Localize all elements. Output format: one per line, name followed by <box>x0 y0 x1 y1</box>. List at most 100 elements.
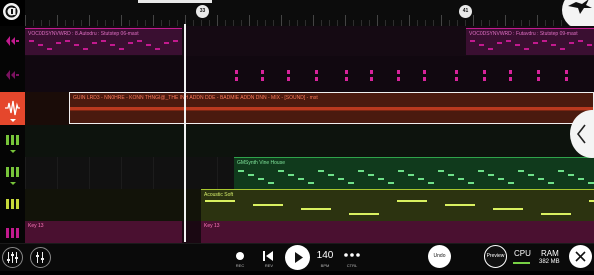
midi-note <box>438 170 444 172</box>
ctrl-label: CTRL <box>346 263 358 268</box>
clip-keys-b[interactable]: Key 13 <box>201 221 594 243</box>
tempo-value[interactable]: 140 <box>315 250 335 261</box>
play-button[interactable] <box>285 245 310 270</box>
midi-note <box>479 44 484 46</box>
ruler-marker[interactable]: 33 <box>196 5 209 18</box>
midi-note <box>308 182 314 184</box>
midi-note <box>253 204 283 206</box>
midi-note <box>524 48 529 50</box>
midi-note <box>537 70 540 74</box>
undo-button[interactable]: Undo <box>428 245 451 268</box>
vocoder-track-icon <box>6 70 19 80</box>
ruler-tick <box>473 15 474 26</box>
midi-note <box>248 174 254 176</box>
clip-vocoder-b[interactable]: VOC0DSYNVWRD : Futavdru : Stutstep 09-ma… <box>466 28 594 55</box>
midi-note <box>137 40 142 42</box>
midi-note <box>558 170 564 172</box>
track-header-vocoder[interactable] <box>0 26 25 56</box>
play-icon <box>295 252 303 263</box>
midi-note <box>548 182 554 184</box>
ruler-tick <box>537 15 538 26</box>
track-header-vocoder-2[interactable] <box>0 56 25 92</box>
midi-note <box>205 200 235 202</box>
clip-vocoder-a[interactable]: VOC0DSYNVWRD : 8.Autodru : Stutstep 06-m… <box>25 28 182 55</box>
arrangement-timeline[interactable]: VOC0DSYNVWRD : 8.Autodru : Stutstep 06-m… <box>25 26 594 243</box>
more-icon[interactable] <box>344 253 360 257</box>
preview-button[interactable]: Preview <box>484 245 507 268</box>
ruler-tick <box>249 15 250 26</box>
midi-note <box>397 77 400 81</box>
midi-note <box>287 77 290 81</box>
track-header-synth-2[interactable] <box>0 157 25 189</box>
midi-note <box>65 40 70 42</box>
clip-keys-a[interactable]: Key 13 <box>25 221 182 243</box>
loop-region[interactable] <box>138 0 212 3</box>
clip-label: Key 13 <box>204 223 220 229</box>
midi-note <box>155 48 160 50</box>
collapse-panel-button[interactable] <box>570 110 594 158</box>
midi-note <box>448 174 454 176</box>
track-header-acoustic[interactable] <box>0 189 25 221</box>
close-button[interactable] <box>569 245 592 268</box>
ruler-tick <box>377 15 378 26</box>
clip-synth[interactable]: GMSynth Vine House <box>234 157 594 189</box>
midi-note <box>298 178 304 180</box>
timeline-ruler[interactable]: 33 41 <box>25 0 594 27</box>
midi-note <box>397 70 400 74</box>
midi-note <box>83 48 88 50</box>
midi-note <box>338 178 344 180</box>
midi-note <box>508 182 514 184</box>
midi-note <box>455 70 458 74</box>
track-header-synth[interactable] <box>0 125 25 157</box>
clip-label: VOC0DSYNVWRD : 8.Autodru : Stutstep 06-m… <box>28 31 139 37</box>
track-header-keys[interactable] <box>0 221 25 243</box>
rewind-label: REV <box>264 263 274 268</box>
midi-note <box>578 178 584 180</box>
midi-note <box>589 200 594 202</box>
cpu-label: CPU <box>514 249 531 258</box>
midi-note <box>538 178 544 180</box>
close-icon <box>575 251 586 262</box>
midi-note <box>368 174 374 176</box>
midi-note <box>488 174 494 176</box>
clip-audio[interactable]: GUIN LRD3 - NN0HRE - KONN THNGI@_THE INH… <box>69 92 594 124</box>
midi-note <box>418 178 424 180</box>
track-header-strip <box>0 26 26 243</box>
clip-acoustic[interactable]: Acoustic Soft <box>201 189 594 221</box>
ruler-tick <box>121 15 122 26</box>
midi-note <box>518 170 524 172</box>
piano-keys-icon <box>6 228 19 238</box>
midi-note <box>537 77 540 81</box>
playhead[interactable] <box>184 24 186 242</box>
record-button[interactable] <box>236 252 244 260</box>
clip-label: Acoustic Soft <box>204 192 234 198</box>
vocoder-track-icon <box>6 36 19 46</box>
app-menu-button[interactable] <box>3 3 20 20</box>
midi-note <box>301 208 331 210</box>
track-header-audio[interactable] <box>0 92 25 125</box>
chevron-left-icon <box>576 124 586 144</box>
midi-note <box>119 48 124 50</box>
mixer-button[interactable] <box>2 247 23 268</box>
midi-note <box>470 40 475 42</box>
audio-waveform <box>70 107 593 111</box>
midi-note <box>588 182 594 184</box>
midi-note <box>483 77 486 81</box>
settings-icon <box>36 252 44 263</box>
midi-note <box>328 174 334 176</box>
midi-note <box>345 77 348 81</box>
midi-note <box>278 170 284 172</box>
app-menu-icon <box>5 5 18 18</box>
ruler-tick <box>345 15 346 26</box>
midi-note <box>173 40 178 42</box>
midi-note <box>345 70 348 74</box>
ruler-tick <box>57 15 58 26</box>
ruler-marker[interactable]: 41 <box>459 5 472 18</box>
midi-note <box>268 182 274 184</box>
midi-note <box>370 70 373 74</box>
settings-button[interactable] <box>30 247 51 268</box>
audio-waveform-icon <box>5 100 20 116</box>
rewind-icon[interactable] <box>263 251 274 261</box>
chevron-down-icon <box>10 119 16 122</box>
midi-note <box>235 70 238 74</box>
